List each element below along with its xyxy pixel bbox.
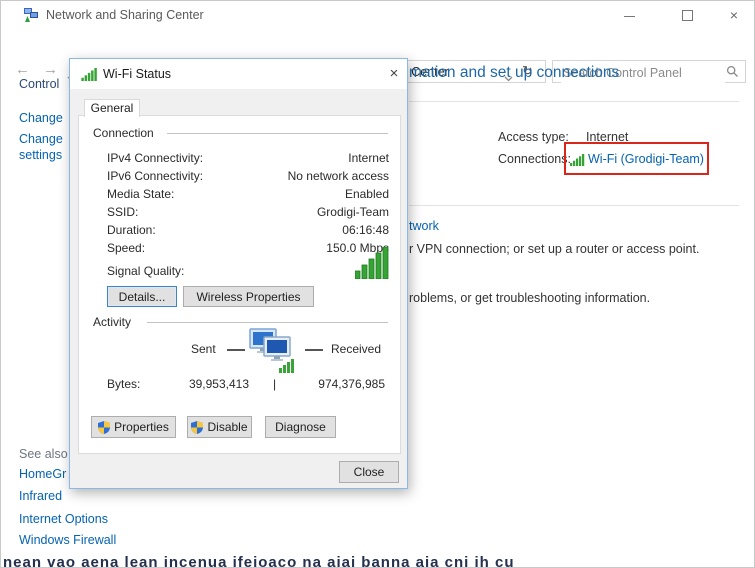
wifi-status-dialog: Wi-Fi Status × General Connection IPv4 C…: [69, 58, 408, 489]
content-divider-2: [409, 205, 739, 206]
speed-label: Speed:: [107, 241, 145, 255]
received-dash: [305, 349, 323, 351]
ipv4-value: Internet: [348, 151, 389, 165]
close-button[interactable]: ×: [719, 4, 749, 26]
sidebar-item-homegroup[interactable]: HomeGr: [19, 467, 66, 481]
ipv6-label: IPv6 Connectivity:: [107, 169, 203, 183]
tab-general[interactable]: General: [84, 99, 140, 117]
sidebar-item-change-sharing-settings-line1[interactable]: Change: [19, 132, 63, 146]
signal-quality-label: Signal Quality:: [107, 264, 184, 278]
network-sharing-center-window: Network and Sharing Center × ← → ↑ « Net…: [0, 0, 755, 568]
activity-computers-icon: [249, 328, 295, 379]
forward-icon[interactable]: →: [43, 61, 58, 78]
wireless-properties-button[interactable]: Wireless Properties: [183, 286, 314, 307]
disable-button-label: Disable: [207, 420, 247, 434]
sidebar-see-also-label: See also: [19, 447, 68, 461]
bytes-label: Bytes:: [107, 377, 140, 391]
access-type-label: Access type:: [498, 130, 569, 144]
content-divider-1: [409, 101, 739, 102]
media-state-label: Media State:: [107, 187, 174, 201]
received-label: Received: [331, 342, 381, 356]
sidebar-item-change-adapter[interactable]: Change: [19, 111, 63, 125]
sidebar-item-control-panel-home[interactable]: Control: [19, 77, 59, 91]
media-state-value: Enabled: [345, 187, 389, 201]
page-heading-fragment: mation and set up connections: [409, 64, 619, 82]
dialog-title: Wi-Fi Status: [103, 67, 171, 81]
ipv6-value: No network access: [288, 169, 389, 183]
dialog-title-bar: Wi-Fi Status ×: [70, 59, 407, 89]
connections-highlight-box: [564, 142, 709, 175]
uac-shield-icon: [191, 421, 203, 434]
dialog-close-icon[interactable]: ×: [382, 63, 406, 85]
window-title: Network and Sharing Center: [46, 8, 204, 22]
connection-group-line: [167, 133, 388, 134]
activity-group-label: Activity: [93, 315, 131, 329]
general-tab-page: Connection IPv4 Connectivity: Internet I…: [78, 115, 401, 454]
properties-button[interactable]: Properties: [91, 416, 176, 438]
sidebar-item-windows-firewall[interactable]: Windows Firewall: [19, 533, 116, 547]
wifi-status-icon: [81, 68, 98, 86]
troubleshoot-description-fragment: roblems, or get troubleshooting informat…: [409, 291, 650, 305]
ssid-value: Grodigi-Team: [317, 205, 389, 219]
connection-group-label: Connection: [93, 126, 154, 140]
signal-quality-bars-icon: [355, 247, 389, 284]
app-network-icon: [23, 7, 39, 28]
minimize-button[interactable]: [614, 4, 644, 26]
bytes-separator: |: [273, 377, 276, 391]
duration-value: 06:16:48: [342, 223, 389, 237]
bytes-sent-value: 39,953,413: [159, 377, 249, 391]
sent-label: Sent: [191, 342, 216, 356]
sent-dash: [227, 349, 245, 351]
properties-button-label: Properties: [114, 420, 169, 434]
details-button[interactable]: Details...: [107, 286, 177, 307]
vpn-description-fragment: r VPN connection; or set up a router or …: [409, 242, 699, 256]
back-icon[interactable]: ←: [15, 61, 30, 78]
activity-group-line: [147, 322, 388, 323]
bytes-received-value: 974,376,985: [295, 377, 385, 391]
cutoff-text: nean vao aena lean incenua ifeioaco na a…: [3, 554, 515, 568]
setup-network-link-fragment[interactable]: twork: [409, 219, 439, 233]
uac-shield-icon: [98, 421, 110, 434]
navigation-toolbar: ← → ↑ « Network and Internet › Network a…: [1, 29, 754, 59]
maximize-button[interactable]: [672, 4, 702, 26]
diagnose-button[interactable]: Diagnose: [265, 416, 336, 438]
sidebar-item-change-sharing-settings-line2[interactable]: settings: [19, 148, 62, 162]
title-bar: Network and Sharing Center ×: [1, 1, 754, 29]
sidebar-item-internet-options[interactable]: Internet Options: [19, 512, 108, 526]
ipv4-label: IPv4 Connectivity:: [107, 151, 203, 165]
dialog-close-button[interactable]: Close: [339, 461, 399, 483]
duration-label: Duration:: [107, 223, 156, 237]
ssid-label: SSID:: [107, 205, 138, 219]
disable-button[interactable]: Disable: [187, 416, 252, 438]
search-icon[interactable]: [726, 65, 739, 83]
connections-label: Connections:: [498, 152, 571, 166]
sidebar-item-infrared[interactable]: Infrared: [19, 489, 62, 503]
